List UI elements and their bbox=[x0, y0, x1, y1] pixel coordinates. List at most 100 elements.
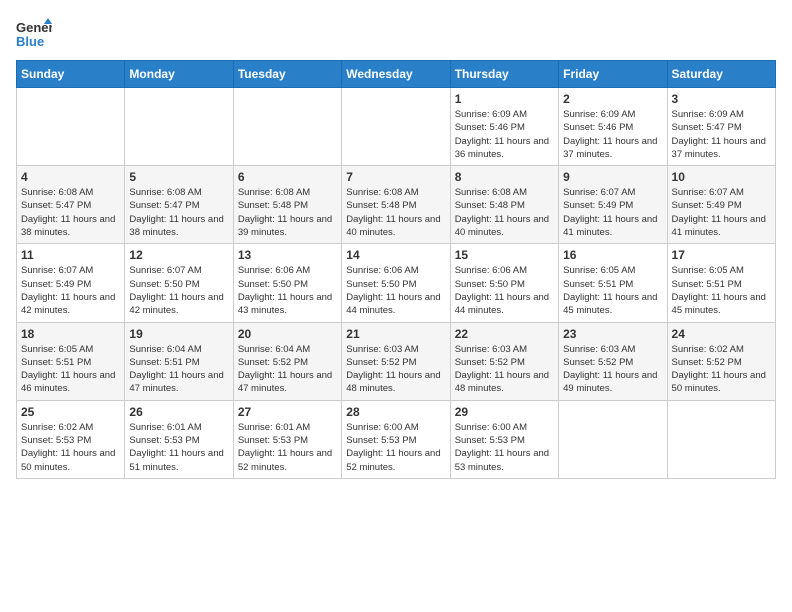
day-info: Sunrise: 6:02 AM Sunset: 5:52 PM Dayligh… bbox=[672, 343, 771, 396]
day-number: 12 bbox=[129, 248, 228, 262]
header-day-thursday: Thursday bbox=[450, 61, 558, 88]
day-info: Sunrise: 6:07 AM Sunset: 5:49 PM Dayligh… bbox=[672, 186, 771, 239]
day-number: 5 bbox=[129, 170, 228, 184]
calendar-cell: 2 Sunrise: 6:09 AM Sunset: 5:46 PM Daylig… bbox=[559, 88, 667, 166]
calendar-cell bbox=[17, 88, 125, 166]
header-day-friday: Friday bbox=[559, 61, 667, 88]
day-number: 28 bbox=[346, 405, 445, 419]
day-info: Sunrise: 6:05 AM Sunset: 5:51 PM Dayligh… bbox=[563, 264, 662, 317]
calendar-cell: 1 Sunrise: 6:09 AM Sunset: 5:46 PM Daylig… bbox=[450, 88, 558, 166]
day-number: 26 bbox=[129, 405, 228, 419]
calendar-cell: 22 Sunrise: 6:03 AM Sunset: 5:52 PM Dayli… bbox=[450, 322, 558, 400]
calendar-table: SundayMondayTuesdayWednesdayThursdayFrid… bbox=[16, 60, 776, 479]
calendar-cell: 10 Sunrise: 6:07 AM Sunset: 5:49 PM Dayli… bbox=[667, 166, 775, 244]
calendar-cell: 26 Sunrise: 6:01 AM Sunset: 5:53 PM Dayli… bbox=[125, 400, 233, 478]
day-number: 14 bbox=[346, 248, 445, 262]
day-number: 4 bbox=[21, 170, 120, 184]
day-number: 11 bbox=[21, 248, 120, 262]
calendar-cell: 11 Sunrise: 6:07 AM Sunset: 5:49 PM Dayli… bbox=[17, 244, 125, 322]
calendar-cell bbox=[233, 88, 341, 166]
calendar-week-row: 11 Sunrise: 6:07 AM Sunset: 5:49 PM Dayli… bbox=[17, 244, 776, 322]
calendar-cell bbox=[559, 400, 667, 478]
day-info: Sunrise: 6:05 AM Sunset: 5:51 PM Dayligh… bbox=[672, 264, 771, 317]
day-number: 23 bbox=[563, 327, 662, 341]
day-info: Sunrise: 6:08 AM Sunset: 5:48 PM Dayligh… bbox=[346, 186, 445, 239]
day-info: Sunrise: 6:09 AM Sunset: 5:46 PM Dayligh… bbox=[563, 108, 662, 161]
day-number: 10 bbox=[672, 170, 771, 184]
day-number: 7 bbox=[346, 170, 445, 184]
day-info: Sunrise: 6:08 AM Sunset: 5:48 PM Dayligh… bbox=[238, 186, 337, 239]
calendar-week-row: 25Sunrise: 6:02 AM Sunset: 5:53 PM Dayli… bbox=[17, 400, 776, 478]
calendar-header-row: SundayMondayTuesdayWednesdayThursdayFrid… bbox=[17, 61, 776, 88]
calendar-cell bbox=[342, 88, 450, 166]
header-day-saturday: Saturday bbox=[667, 61, 775, 88]
logo-icon: General Blue bbox=[16, 16, 52, 52]
day-info: Sunrise: 6:09 AM Sunset: 5:47 PM Dayligh… bbox=[672, 108, 771, 161]
day-info: Sunrise: 6:04 AM Sunset: 5:52 PM Dayligh… bbox=[238, 343, 337, 396]
calendar-cell: 28 Sunrise: 6:00 AM Sunset: 5:53 PM Dayli… bbox=[342, 400, 450, 478]
header: General Blue bbox=[16, 16, 776, 52]
day-number: 20 bbox=[238, 327, 337, 341]
day-info: Sunrise: 6:00 AM Sunset: 5:53 PM Dayligh… bbox=[455, 421, 554, 474]
day-info: Sunrise: 6:06 AM Sunset: 5:50 PM Dayligh… bbox=[455, 264, 554, 317]
calendar-cell: 8 Sunrise: 6:08 AM Sunset: 5:48 PM Daylig… bbox=[450, 166, 558, 244]
day-number: 3 bbox=[672, 92, 771, 106]
header-day-monday: Monday bbox=[125, 61, 233, 88]
calendar-cell: 15 Sunrise: 6:06 AM Sunset: 5:50 PM Dayli… bbox=[450, 244, 558, 322]
day-info: Sunrise: 6:08 AM Sunset: 5:48 PM Dayligh… bbox=[455, 186, 554, 239]
day-number: 19 bbox=[129, 327, 228, 341]
day-info: Sunrise: 6:04 AM Sunset: 5:51 PM Dayligh… bbox=[129, 343, 228, 396]
header-day-sunday: Sunday bbox=[17, 61, 125, 88]
day-info: Sunrise: 6:07 AM Sunset: 5:49 PM Dayligh… bbox=[21, 264, 120, 317]
calendar-cell: 14 Sunrise: 6:06 AM Sunset: 5:50 PM Dayli… bbox=[342, 244, 450, 322]
calendar-cell: 21Sunrise: 6:03 AM Sunset: 5:52 PM Dayli… bbox=[342, 322, 450, 400]
calendar-cell bbox=[667, 400, 775, 478]
calendar-cell: 19 Sunrise: 6:04 AM Sunset: 5:51 PM Dayli… bbox=[125, 322, 233, 400]
day-number: 18 bbox=[21, 327, 120, 341]
day-number: 25 bbox=[21, 405, 120, 419]
day-info: Sunrise: 6:08 AM Sunset: 5:47 PM Dayligh… bbox=[129, 186, 228, 239]
day-info: Sunrise: 6:00 AM Sunset: 5:53 PM Dayligh… bbox=[346, 421, 445, 474]
day-info: Sunrise: 6:07 AM Sunset: 5:50 PM Dayligh… bbox=[129, 264, 228, 317]
calendar-cell: 13 Sunrise: 6:06 AM Sunset: 5:50 PM Dayli… bbox=[233, 244, 341, 322]
calendar-cell: 3 Sunrise: 6:09 AM Sunset: 5:47 PM Daylig… bbox=[667, 88, 775, 166]
header-day-tuesday: Tuesday bbox=[233, 61, 341, 88]
calendar-cell: 23 Sunrise: 6:03 AM Sunset: 5:52 PM Dayli… bbox=[559, 322, 667, 400]
day-number: 13 bbox=[238, 248, 337, 262]
calendar-cell: 4 Sunrise: 6:08 AM Sunset: 5:47 PM Daylig… bbox=[17, 166, 125, 244]
header-day-wednesday: Wednesday bbox=[342, 61, 450, 88]
day-info: Sunrise: 6:06 AM Sunset: 5:50 PM Dayligh… bbox=[238, 264, 337, 317]
calendar-cell: 6 Sunrise: 6:08 AM Sunset: 5:48 PM Daylig… bbox=[233, 166, 341, 244]
calendar-cell: 29Sunrise: 6:00 AM Sunset: 5:53 PM Dayli… bbox=[450, 400, 558, 478]
day-number: 27 bbox=[238, 405, 337, 419]
day-info: Sunrise: 6:06 AM Sunset: 5:50 PM Dayligh… bbox=[346, 264, 445, 317]
day-number: 9 bbox=[563, 170, 662, 184]
day-info: Sunrise: 6:03 AM Sunset: 5:52 PM Dayligh… bbox=[563, 343, 662, 396]
calendar-cell: 9 Sunrise: 6:07 AM Sunset: 5:49 PM Daylig… bbox=[559, 166, 667, 244]
calendar-cell: 5 Sunrise: 6:08 AM Sunset: 5:47 PM Daylig… bbox=[125, 166, 233, 244]
day-info: Sunrise: 6:01 AM Sunset: 5:53 PM Dayligh… bbox=[238, 421, 337, 474]
calendar-week-row: 18 Sunrise: 6:05 AM Sunset: 5:51 PM Dayli… bbox=[17, 322, 776, 400]
day-number: 1 bbox=[455, 92, 554, 106]
calendar-week-row: 1 Sunrise: 6:09 AM Sunset: 5:46 PM Daylig… bbox=[17, 88, 776, 166]
day-info: Sunrise: 6:09 AM Sunset: 5:46 PM Dayligh… bbox=[455, 108, 554, 161]
day-info: Sunrise: 6:01 AM Sunset: 5:53 PM Dayligh… bbox=[129, 421, 228, 474]
logo: General Blue bbox=[16, 16, 52, 52]
day-number: 21 bbox=[346, 327, 445, 341]
day-number: 22 bbox=[455, 327, 554, 341]
calendar-cell: 17Sunrise: 6:05 AM Sunset: 5:51 PM Dayli… bbox=[667, 244, 775, 322]
calendar-cell: 12 Sunrise: 6:07 AM Sunset: 5:50 PM Dayli… bbox=[125, 244, 233, 322]
day-info: Sunrise: 6:08 AM Sunset: 5:47 PM Dayligh… bbox=[21, 186, 120, 239]
calendar-cell: 20 Sunrise: 6:04 AM Sunset: 5:52 PM Dayli… bbox=[233, 322, 341, 400]
day-number: 15 bbox=[455, 248, 554, 262]
day-info: Sunrise: 6:07 AM Sunset: 5:49 PM Dayligh… bbox=[563, 186, 662, 239]
calendar-cell: 18 Sunrise: 6:05 AM Sunset: 5:51 PM Dayli… bbox=[17, 322, 125, 400]
svg-text:Blue: Blue bbox=[16, 34, 44, 49]
day-info: Sunrise: 6:03 AM Sunset: 5:52 PM Dayligh… bbox=[455, 343, 554, 396]
day-number: 6 bbox=[238, 170, 337, 184]
calendar-cell: 24Sunrise: 6:02 AM Sunset: 5:52 PM Dayli… bbox=[667, 322, 775, 400]
day-number: 2 bbox=[563, 92, 662, 106]
calendar-cell: 25Sunrise: 6:02 AM Sunset: 5:53 PM Dayli… bbox=[17, 400, 125, 478]
day-info: Sunrise: 6:05 AM Sunset: 5:51 PM Dayligh… bbox=[21, 343, 120, 396]
day-number: 8 bbox=[455, 170, 554, 184]
